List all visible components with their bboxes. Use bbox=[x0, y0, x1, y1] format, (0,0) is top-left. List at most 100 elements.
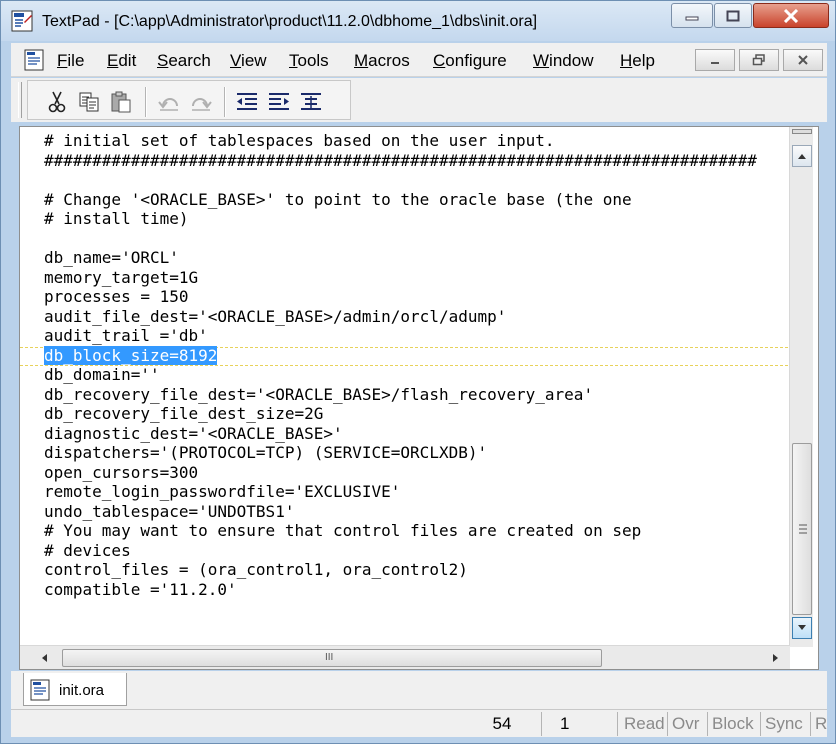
status-rec: Rec bbox=[810, 712, 827, 736]
vertical-scrollbar[interactable] bbox=[789, 127, 813, 647]
menu-view[interactable]: View bbox=[230, 51, 267, 71]
restore-icon bbox=[752, 54, 765, 66]
code-line[interactable]: db_recovery_file_dest_size=2G bbox=[44, 404, 323, 424]
close-button[interactable] bbox=[753, 3, 829, 28]
code-line-text: # Change '<ORACLE_BASE>' to point to the… bbox=[44, 189, 632, 209]
scroll-left-button[interactable] bbox=[34, 649, 54, 667]
text-editor[interactable]: # initial set of tablespaces based on th… bbox=[19, 126, 819, 670]
code-line-text: remote_login_passwordfile='EXCLUSIVE' bbox=[44, 482, 401, 501]
split-handle[interactable] bbox=[792, 129, 812, 134]
textpad-app-icon[interactable] bbox=[11, 10, 33, 32]
menu-help[interactable]: Help bbox=[620, 51, 655, 71]
increase-indent-icon bbox=[269, 93, 289, 110]
code-line[interactable]: # initial set of tablespaces based on th… bbox=[44, 131, 555, 151]
mdi-restore-button[interactable] bbox=[739, 49, 779, 71]
window-title: TextPad - [C:\app\Administrator\product\… bbox=[42, 13, 538, 30]
code-line[interactable]: db_recovery_file_dest='<ORACLE_BASE>/fla… bbox=[44, 385, 593, 405]
code-line[interactable]: diagnostic_dest='<ORACLE_BASE>' bbox=[44, 424, 343, 444]
code-line[interactable]: compatible ='11.2.0' bbox=[44, 580, 237, 600]
decrease-indent-icon bbox=[237, 93, 257, 110]
tab-label: init.ora bbox=[59, 682, 105, 699]
code-line-text: undo_tablespace='UNDOTBS1' bbox=[44, 501, 295, 521]
code-line[interactable]: control_files = (ora_control1, ora_contr… bbox=[44, 560, 468, 580]
code-line-text: audit_trail ='db' bbox=[44, 326, 208, 345]
grip-icon bbox=[799, 524, 807, 534]
code-line-text: audit_file_dest='<ORACLE_BASE>/admin/orc… bbox=[44, 306, 507, 326]
decrease-indent-button[interactable] bbox=[234, 89, 260, 115]
code-line-text: compatible ='11.2.0' bbox=[44, 579, 237, 599]
code-line[interactable]: db_name='ORCL' bbox=[44, 248, 179, 268]
undo-icon bbox=[158, 98, 178, 111]
code-line-text: db_name='ORCL' bbox=[44, 248, 179, 267]
copy-button[interactable] bbox=[76, 89, 102, 115]
code-line[interactable]: dispatchers='(PROTOCOL=TCP) (SERVICE=ORC… bbox=[44, 443, 487, 463]
menu-file[interactable]: File bbox=[57, 51, 84, 71]
maximize-button[interactable] bbox=[714, 3, 752, 28]
arrow-left-icon bbox=[42, 654, 47, 662]
arrow-right-icon bbox=[773, 654, 778, 662]
cut-button[interactable] bbox=[44, 89, 70, 115]
scroll-up-button[interactable] bbox=[792, 145, 812, 167]
status-line-number: 54 bbox=[492, 714, 512, 733]
redo-button[interactable] bbox=[188, 89, 214, 115]
maximize-icon bbox=[726, 10, 740, 21]
scroll-down-button[interactable] bbox=[792, 617, 812, 639]
document-icon[interactable] bbox=[24, 49, 44, 71]
paste-button[interactable] bbox=[108, 89, 134, 115]
code-line[interactable]: remote_login_passwordfile='EXCLUSIVE' bbox=[44, 482, 400, 502]
arrow-up-icon bbox=[798, 154, 806, 159]
arrow-down-icon bbox=[798, 625, 806, 630]
close-icon bbox=[798, 55, 808, 65]
cut-icon bbox=[48, 91, 66, 113]
status-read: Read bbox=[617, 712, 667, 736]
code-line-text: memory_target=1G bbox=[44, 267, 199, 287]
code-line-text: # initial set of tablespaces based on th… bbox=[44, 131, 555, 150]
grip-icon: III bbox=[325, 652, 334, 663]
code-line[interactable]: # install time) bbox=[44, 209, 189, 229]
code-line-text: ########################################… bbox=[44, 150, 757, 170]
scroll-right-button[interactable] bbox=[766, 649, 786, 667]
toolbar bbox=[11, 78, 827, 122]
copy-icon bbox=[79, 92, 99, 112]
menu-search[interactable]: Search bbox=[157, 51, 211, 71]
code-line-text: db_recovery_file_dest='<ORACLE_BASE>/fla… bbox=[44, 384, 594, 404]
menu-tools[interactable]: Tools bbox=[289, 51, 329, 71]
code-line[interactable]: # devices bbox=[44, 541, 131, 561]
code-line-text: diagnostic_dest='<ORACLE_BASE>' bbox=[44, 423, 343, 443]
increase-indent-button[interactable] bbox=[266, 89, 292, 115]
undo-button[interactable] bbox=[156, 89, 182, 115]
code-line[interactable]: # Change '<ORACLE_BASE>' to point to the… bbox=[44, 190, 632, 210]
mdi-close-button[interactable] bbox=[783, 49, 823, 71]
status-column-number: 1 bbox=[541, 712, 617, 736]
code-line-text: open_cursors=300 bbox=[44, 462, 199, 482]
code-line[interactable]: memory_target=1G bbox=[44, 268, 198, 288]
code-line-text: control_files = (ora_control1, ora_contr… bbox=[44, 560, 468, 579]
code-line-text: processes = 150 bbox=[44, 287, 189, 306]
code-line[interactable]: audit_file_dest='<ORACLE_BASE>/admin/orc… bbox=[44, 307, 506, 327]
minimize-button[interactable] bbox=[671, 3, 713, 28]
code-line-text: # You may want to ensure that control fi… bbox=[44, 521, 642, 540]
code-line[interactable]: db_block_size=8192 bbox=[44, 345, 218, 366]
vertical-scroll-thumb[interactable] bbox=[792, 443, 812, 615]
code-line-text: # install time) bbox=[44, 209, 189, 228]
menu-edit[interactable]: Edit bbox=[107, 51, 136, 71]
redo-icon bbox=[192, 98, 212, 111]
code-line[interactable]: processes = 150 bbox=[44, 287, 189, 307]
code-line[interactable]: audit_trail ='db' bbox=[44, 326, 208, 346]
code-line-text: db_recovery_file_dest_size=2G bbox=[44, 404, 324, 423]
horizontal-scrollbar[interactable]: III bbox=[20, 645, 790, 669]
code-line[interactable]: # You may want to ensure that control fi… bbox=[44, 521, 641, 541]
mdi-minimize-button[interactable] bbox=[695, 49, 735, 71]
title-bar[interactable]: TextPad - [C:\app\Administrator\product\… bbox=[1, 1, 835, 41]
code-line[interactable]: ########################################… bbox=[44, 151, 757, 171]
toolbar-grip[interactable] bbox=[18, 82, 22, 118]
code-line[interactable]: db_domain='' bbox=[44, 365, 160, 385]
menu-macros[interactable]: Macros bbox=[354, 51, 410, 71]
tab-init-ora[interactable]: init.ora bbox=[23, 673, 127, 706]
menu-configure[interactable]: Configure bbox=[433, 51, 507, 71]
menu-window[interactable]: Window bbox=[533, 51, 593, 71]
code-line[interactable]: undo_tablespace='UNDOTBS1' bbox=[44, 502, 294, 522]
horizontal-scroll-thumb[interactable]: III bbox=[62, 649, 602, 667]
format-button[interactable] bbox=[298, 89, 324, 115]
code-line[interactable]: open_cursors=300 bbox=[44, 463, 198, 483]
